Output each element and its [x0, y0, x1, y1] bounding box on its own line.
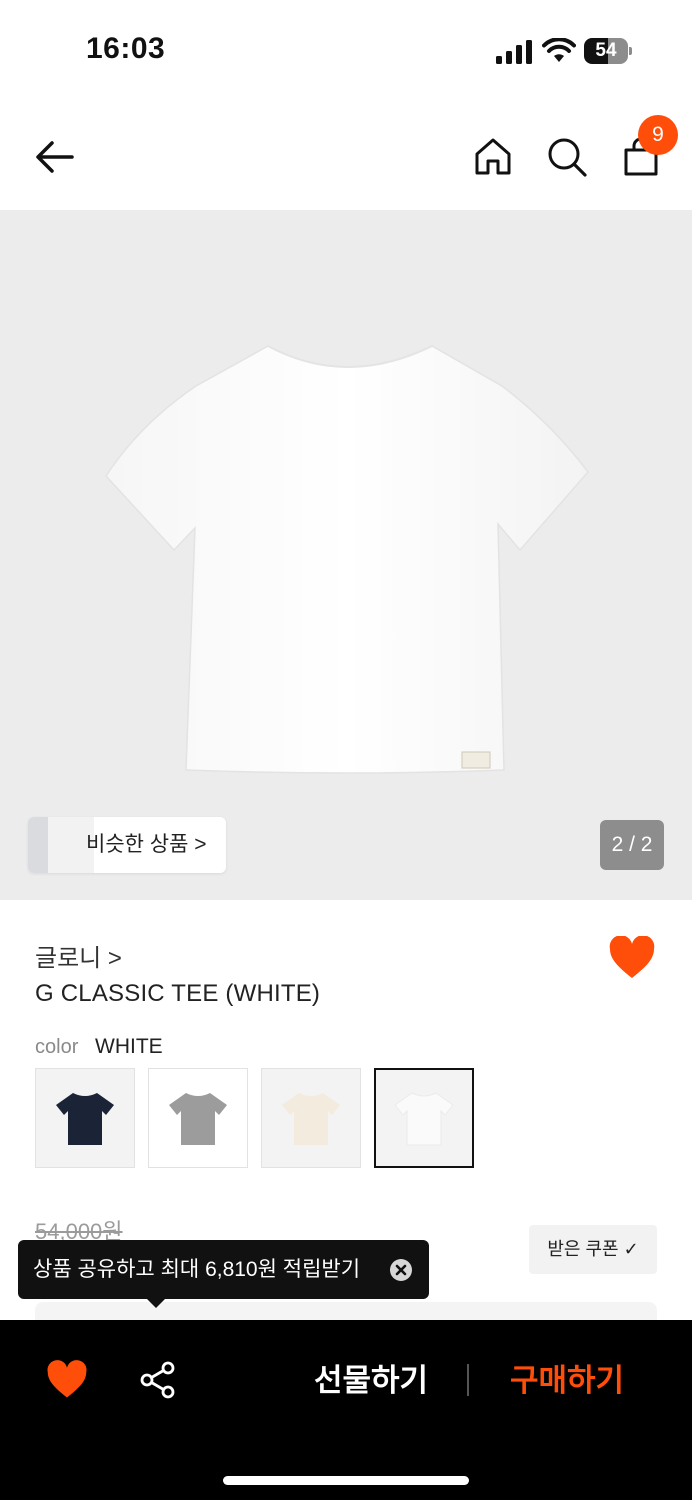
image-page-indicator: 2 / 2: [600, 820, 664, 870]
t-shirt-icon: [169, 1093, 227, 1145]
share-reward-tooltip: 상품 공유하고 최대 6,810원 적립받기: [18, 1240, 429, 1308]
battery-level: 54: [595, 40, 617, 61]
wishlist-button[interactable]: [608, 935, 656, 980]
share-icon: [140, 1361, 175, 1399]
home-icon: [475, 138, 511, 175]
home-indicator: [223, 1476, 469, 1485]
similar-product-thumbnail: [28, 817, 94, 873]
received-coupon-button[interactable]: 받은 쿠폰 ✓: [529, 1225, 657, 1274]
t-shirt-icon: [394, 1092, 454, 1146]
tooltip-close-button[interactable]: [390, 1259, 412, 1281]
t-shirt-icon: [282, 1093, 340, 1145]
heart-icon: [609, 935, 655, 978]
gift-button[interactable]: 선물하기: [296, 1355, 446, 1407]
arrow-left-icon: [36, 141, 74, 173]
back-button[interactable]: [30, 134, 82, 180]
t-shirt-icon: [56, 1093, 114, 1145]
bottom-action-bar: [0, 1320, 692, 1500]
tooltip-text: 상품 공유하고 최대 6,810원 적립받기: [33, 1258, 361, 1281]
share-button[interactable]: [138, 1360, 178, 1400]
product-name: G CLASSIC TEE (WHITE): [35, 980, 321, 1007]
signal-icon: [496, 40, 532, 64]
product-image[interactable]: [0, 210, 692, 900]
brand-link[interactable]: 글로니 >: [35, 938, 122, 973]
cart-count-badge: 9: [638, 115, 678, 155]
bottom-wishlist-button[interactable]: [46, 1360, 88, 1400]
wifi-icon: [542, 38, 576, 62]
color-swatch-navy[interactable]: [35, 1068, 135, 1168]
color-value: WHITE: [95, 1035, 163, 1058]
color-swatch-gray[interactable]: [148, 1068, 248, 1168]
heart-icon: [47, 1360, 87, 1398]
status-time: 16:03: [86, 32, 166, 65]
search-icon: [548, 138, 587, 177]
buy-button[interactable]: 구매하기: [492, 1355, 642, 1407]
color-swatch-white[interactable]: [374, 1068, 474, 1168]
color-label: color: [35, 1036, 79, 1058]
t-shirt-image: [105, 345, 589, 774]
battery-icon: 54: [584, 38, 632, 64]
similar-products-button[interactable]: 비슷한 상품 >: [28, 817, 226, 873]
close-circle-icon: [395, 1264, 407, 1276]
home-button[interactable]: [470, 134, 516, 180]
similar-products-label: 비슷한 상품 >: [86, 833, 207, 856]
bottom-bar-divider: [467, 1364, 469, 1396]
search-button[interactable]: [544, 134, 590, 180]
color-swatch-cream[interactable]: [261, 1068, 361, 1168]
